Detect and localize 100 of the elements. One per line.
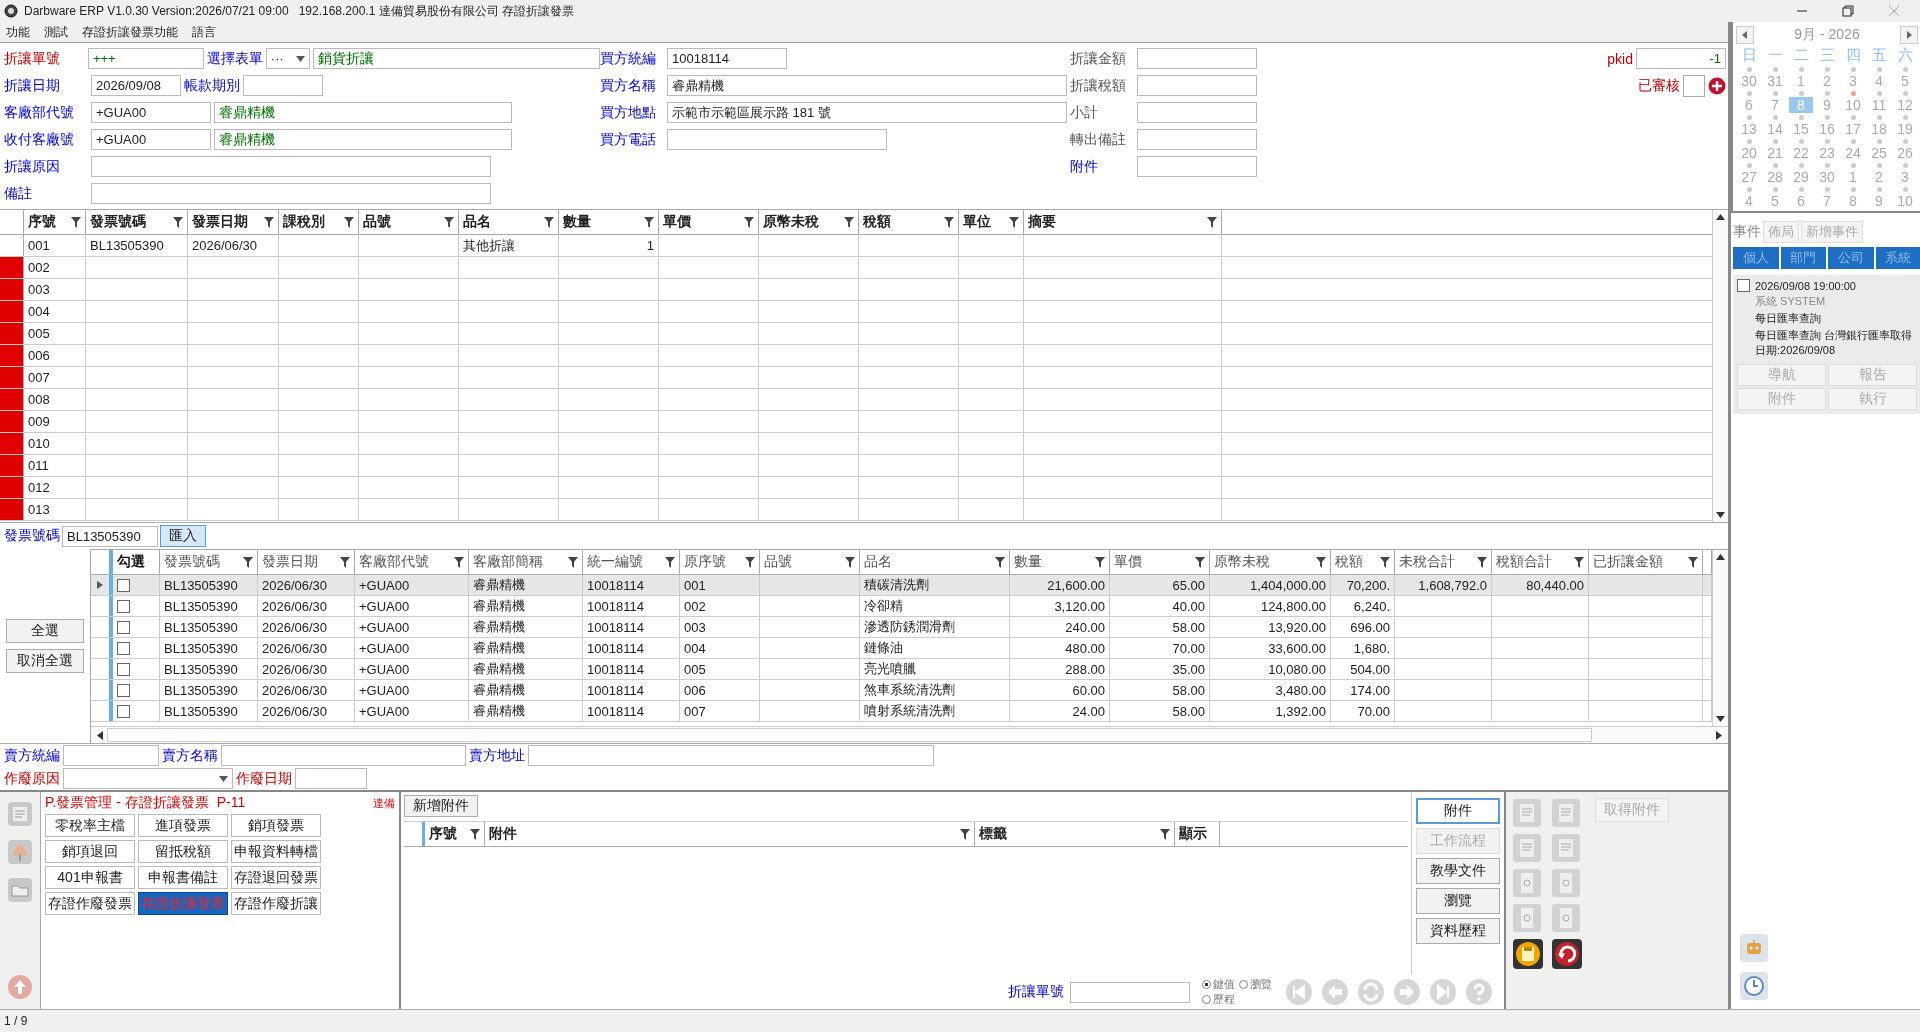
input-field[interactable] — [63, 745, 159, 766]
input-field[interactable] — [667, 129, 887, 150]
checkbox[interactable] — [117, 620, 130, 634]
radio-option[interactable]: 歷程 — [1202, 992, 1235, 1007]
input-field[interactable] — [528, 745, 934, 766]
column-header[interactable]: 已折讓金額 — [1589, 550, 1703, 574]
checkbox[interactable] — [117, 704, 130, 718]
radio-option[interactable]: 鍵值 — [1202, 977, 1235, 992]
scrollbar[interactable] — [1712, 550, 1728, 726]
scroll-left-icon[interactable] — [97, 730, 103, 740]
import-button[interactable]: 匯入 — [160, 525, 206, 547]
scroll-up-icon[interactable] — [1716, 554, 1725, 560]
table-row[interactable]: BL13505390 2026/06/30 +GUA00 睿鼎精機 10018114 001 積碳清洗劑 21,600.00 65.00 1,404,000.00 70,200. 1,608,792.0 80,440.00 — [91, 575, 1712, 596]
input-field[interactable]: BL13505390 — [62, 525, 158, 547]
filter-icon[interactable] — [1207, 216, 1217, 228]
previous-month-icon[interactable] — [1736, 26, 1754, 44]
column-header[interactable]: 課稅別 — [279, 210, 359, 234]
input-field[interactable]: 睿鼎精機 — [667, 75, 1067, 96]
input-field[interactable]: -1 — [1636, 48, 1726, 69]
column-header[interactable]: 未稅合計 — [1395, 550, 1492, 574]
column-header[interactable]: 原幣未稅 — [759, 210, 859, 234]
input-field[interactable]: +GUA00 — [91, 102, 211, 123]
input-field[interactable]: 睿鼎精機 — [214, 102, 512, 123]
filter-icon[interactable] — [944, 216, 954, 228]
table-row[interactable]: BL13505390 2026/06/30 +GUA00 睿鼎精機 10018114 007 噴射系統清洗劑 24.00 58.00 1,392.00 70.00 — [91, 701, 1712, 722]
input-field[interactable]: 示範市示範區展示路 181 號 — [667, 102, 1067, 123]
checkbox[interactable] — [1737, 279, 1750, 292]
input-field[interactable] — [91, 183, 491, 204]
filter-icon[interactable] — [844, 216, 854, 228]
scroll-up-icon[interactable] — [1716, 214, 1725, 220]
filter-icon[interactable] — [1477, 556, 1487, 568]
input-field[interactable]: 睿鼎精機 — [214, 129, 512, 150]
column-header[interactable]: 序號 — [425, 822, 485, 846]
column-header[interactable]: 發票號碼 — [86, 210, 188, 234]
filter-icon[interactable] — [264, 216, 274, 228]
filter-icon[interactable] — [1316, 556, 1326, 568]
filter-icon[interactable] — [243, 556, 253, 568]
input-field[interactable] — [1137, 75, 1257, 96]
menu-item[interactable]: 語言 — [192, 23, 216, 41]
column-header[interactable]: 品名 — [459, 210, 559, 234]
checkbox[interactable] — [117, 599, 130, 613]
filter-icon[interactable] — [444, 216, 454, 228]
input-field[interactable] — [1070, 981, 1190, 1003]
module-button[interactable]: 申報資料轉檔 — [231, 840, 321, 863]
module-button[interactable]: 存證作廢折讓 — [231, 892, 321, 915]
column-header[interactable]: 稅額 — [859, 210, 959, 234]
column-header[interactable]: 客廠部簡稱 — [469, 550, 583, 574]
filter-icon[interactable] — [1195, 556, 1205, 568]
column-header[interactable]: 發票號碼 — [160, 550, 258, 574]
table-row[interactable]: BL13505390 2026/06/30 +GUA00 睿鼎精機 10018114 002 冷卻精 3,120.00 40.00 124,800.00 6,240. — [91, 596, 1712, 617]
module-button[interactable]: 留抵稅額 — [138, 840, 228, 863]
column-header[interactable]: 稅額合計 — [1492, 550, 1589, 574]
filter-icon[interactable] — [1574, 556, 1584, 568]
checkbox[interactable] — [117, 578, 130, 592]
filter-icon[interactable] — [1095, 556, 1105, 568]
scroll-down-icon[interactable] — [1716, 716, 1725, 722]
input-field[interactable]: +++ — [87, 48, 204, 69]
input-field[interactable]: +GUA00 — [91, 129, 211, 150]
table-row[interactable]: BL13505390 2026/06/30 +GUA00 睿鼎精機 10018114 003 滲透防銹潤滑劑 240.00 58.00 13,920.00 696.00 — [91, 617, 1712, 638]
filter-icon[interactable] — [470, 828, 480, 840]
column-header[interactable]: 原幣未稅 — [1210, 550, 1331, 574]
module-button[interactable]: 存證作廢發票 — [45, 892, 135, 915]
column-header[interactable]: 稅額 — [1331, 550, 1395, 574]
select-button[interactable]: 全選 — [6, 619, 84, 643]
next-month-icon[interactable] — [1900, 26, 1918, 44]
scrollbar[interactable] — [1712, 210, 1728, 522]
filter-icon[interactable] — [568, 556, 578, 568]
side-button[interactable]: 教學文件 — [1416, 858, 1500, 884]
module-button[interactable]: 401申報書 — [45, 866, 135, 889]
column-header[interactable]: 客廠部代號 — [355, 550, 469, 574]
restore-icon[interactable] — [1842, 5, 1854, 17]
filter-icon[interactable] — [344, 216, 354, 228]
column-header[interactable]: 單價 — [1110, 550, 1210, 574]
column-header[interactable]: 摘要 — [1024, 210, 1222, 234]
module-button[interactable]: 銷項發票 — [231, 814, 321, 837]
filter-icon[interactable] — [454, 556, 464, 568]
input-field[interactable] — [243, 75, 323, 96]
module-button[interactable]: 進項發票 — [138, 814, 228, 837]
filter-icon[interactable] — [745, 556, 755, 568]
column-header[interactable]: 品名 — [860, 550, 1010, 574]
menu-item[interactable]: 測試 — [44, 23, 68, 41]
add-icon[interactable] — [1708, 76, 1726, 95]
column-header[interactable]: 統一編號 — [583, 550, 680, 574]
save-icon[interactable] — [1512, 938, 1544, 970]
exit-icon[interactable] — [1551, 938, 1583, 970]
filter-icon[interactable] — [173, 216, 183, 228]
input-field[interactable] — [1137, 129, 1257, 150]
checkbox[interactable] — [117, 683, 130, 697]
module-button[interactable]: 申報書備註 — [138, 866, 228, 889]
column-header[interactable]: 數量 — [1010, 550, 1110, 574]
input-field[interactable] — [1137, 48, 1257, 69]
filter-icon[interactable] — [1380, 556, 1390, 568]
clock-icon[interactable] — [1739, 971, 1769, 1001]
module-button[interactable]: 銷項退回 — [45, 840, 135, 863]
input-field[interactable] — [221, 745, 466, 766]
module-button[interactable]: 存證退回發票 — [231, 866, 321, 889]
filter-icon[interactable] — [960, 828, 970, 840]
column-header[interactable]: 原序號 — [680, 550, 760, 574]
add-attachment-button[interactable]: 新增附件 — [404, 795, 478, 817]
input-field[interactable] — [1137, 156, 1257, 177]
